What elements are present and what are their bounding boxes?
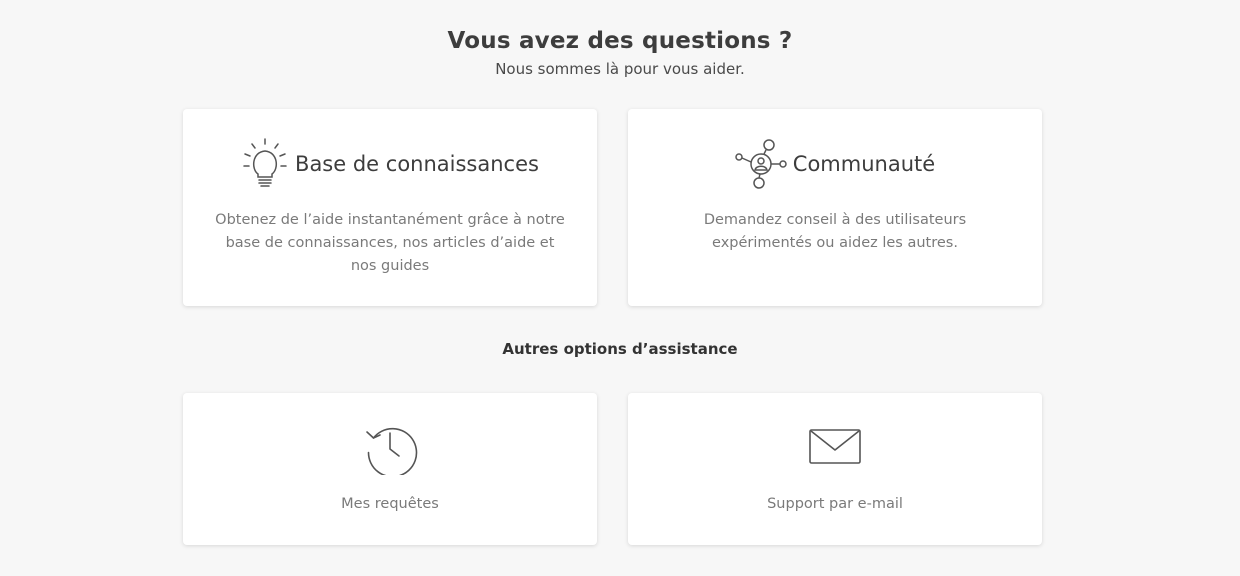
history-clock-icon (183, 419, 597, 475)
knowledge-base-description: Obtenez de l’aide instantanément grâce à… (215, 212, 565, 274)
envelope-icon (628, 419, 1042, 475)
page-header: Vous avez des questions ? Nous sommes là… (0, 24, 1240, 80)
community-card[interactable]: Communauté Demandez conseil à des utilis… (628, 109, 1042, 306)
community-description: Demandez conseil à des utilisateurs expé… (703, 212, 967, 251)
community-title: Communauté (792, 152, 936, 176)
community-card-header: Communauté (628, 137, 1042, 191)
email-support-card[interactable]: Support par e-mail (628, 393, 1042, 545)
knowledge-base-card-header: Base de connaissances (183, 137, 597, 191)
page-subtitle: Nous sommes là pour vous aider. (495, 60, 745, 78)
other-options-heading: Autres options d’assistance (502, 340, 738, 358)
knowledge-base-title: Base de connaissances (295, 152, 539, 176)
page-title: Vous avez des questions ? (447, 28, 793, 54)
my-requests-label: Mes requêtes (341, 496, 439, 512)
lightbulb-icon (241, 137, 289, 191)
knowledge-base-card[interactable]: Base de connaissances Obtenez de l’aide … (183, 109, 597, 306)
community-network-icon (735, 137, 787, 191)
email-support-label: Support par e-mail (767, 496, 903, 512)
my-requests-card[interactable]: Mes requêtes (183, 393, 597, 545)
